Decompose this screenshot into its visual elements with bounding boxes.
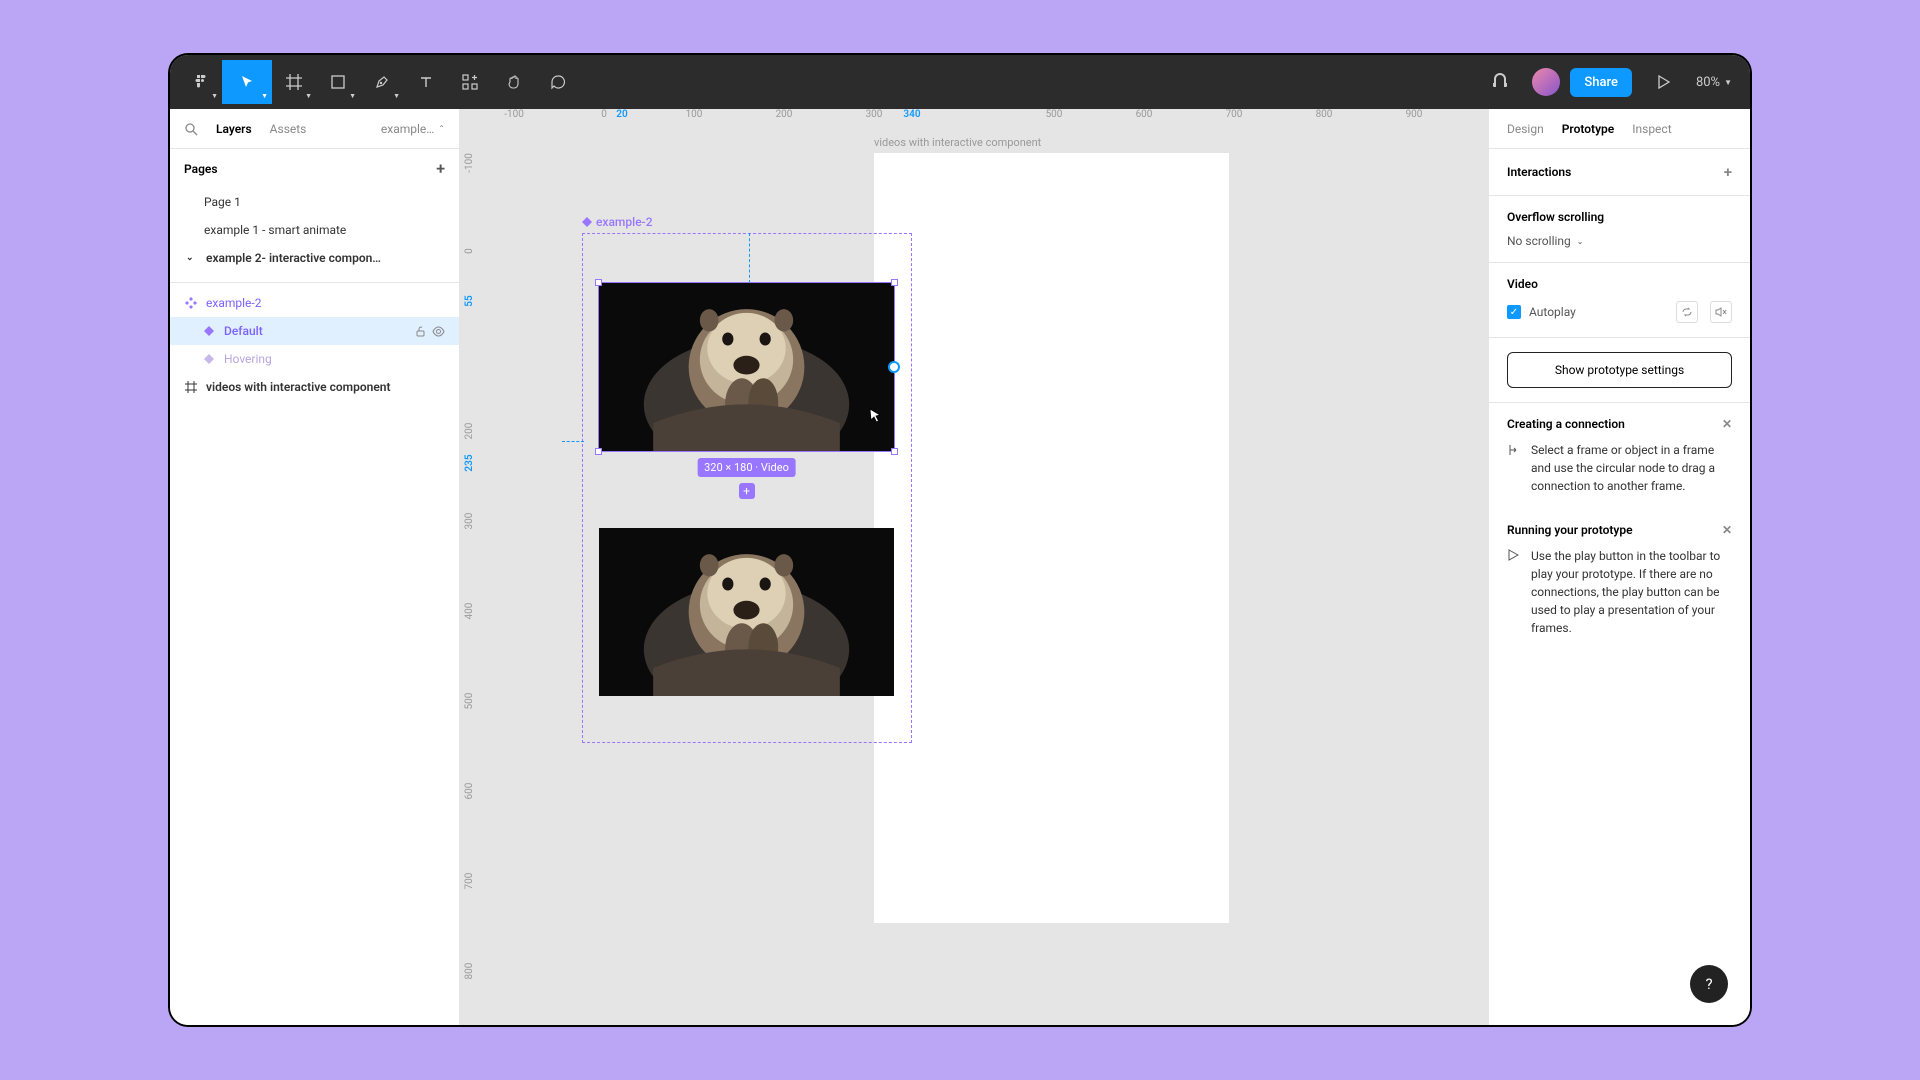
layer-component-set[interactable]: example-2	[170, 289, 459, 317]
variant-icon	[202, 352, 216, 366]
chevron-down-icon: ▼	[211, 92, 218, 100]
frame-tool-button[interactable]: ▼	[272, 60, 316, 104]
shape-tool-button[interactable]: ▼	[316, 60, 360, 104]
resources-button[interactable]	[448, 60, 492, 104]
share-button[interactable]: Share	[1570, 68, 1632, 97]
ruler-horizontal: -100020100200300340500600700800900	[484, 109, 1488, 133]
page-item[interactable]: Page 1	[184, 188, 445, 216]
ruler-vertical: -100055200235300400500600700800	[460, 133, 484, 1025]
close-icon[interactable]: ✕	[1722, 523, 1732, 537]
help-run-text: Use the play button in the toolbar to pl…	[1531, 547, 1732, 637]
page-item-active[interactable]: ⌄ example 2- interactive compon…	[184, 244, 445, 272]
unlock-icon[interactable]	[415, 326, 426, 337]
guide-horizontal	[562, 441, 584, 442]
video-title: Video	[1507, 277, 1732, 291]
cursor-icon	[869, 408, 883, 424]
component-label[interactable]: example-2	[582, 215, 653, 229]
video-layer[interactable]	[599, 528, 894, 696]
page-breadcrumb[interactable]: example… ⌃	[381, 122, 445, 136]
help-fab[interactable]: ?	[1690, 965, 1728, 1003]
component-set-icon	[184, 296, 198, 310]
layer-variant-default[interactable]: Default	[170, 317, 459, 345]
play-icon	[1507, 549, 1521, 637]
present-button[interactable]	[1642, 60, 1686, 104]
visibility-icon[interactable]	[432, 326, 445, 337]
add-interaction-button[interactable]: +	[739, 483, 755, 499]
connection-icon	[1507, 443, 1521, 495]
zoom-control[interactable]: 80%▼	[1696, 75, 1732, 90]
text-tool-button[interactable]	[404, 60, 448, 104]
user-avatar[interactable]	[1532, 68, 1560, 96]
right-sidebar: Design Prototype Inspect Interactions + …	[1488, 109, 1750, 1025]
comment-tool-button[interactable]	[536, 60, 580, 104]
chevron-down-icon: ⌄	[186, 253, 200, 263]
overflow-select[interactable]: No scrolling ⌄	[1507, 234, 1583, 248]
autoplay-checkbox[interactable]: ✓	[1507, 305, 1521, 319]
tab-assets[interactable]: Assets	[270, 122, 307, 136]
pen-tool-button[interactable]: ▼	[360, 60, 404, 104]
tab-design[interactable]: Design	[1507, 122, 1544, 136]
app-window: ▼ ▼ ▼ ▼ ▼	[170, 55, 1750, 1025]
chevron-up-icon: ⌃	[438, 124, 445, 133]
show-prototype-settings-button[interactable]: Show prototype settings	[1507, 352, 1732, 388]
pages-title: Pages	[184, 162, 218, 176]
add-page-button[interactable]: +	[436, 159, 445, 178]
canvas-frame[interactable]	[874, 153, 1229, 923]
overflow-title: Overflow scrolling	[1507, 210, 1732, 224]
move-tool-button[interactable]: ▼	[222, 60, 272, 104]
chevron-down-icon: ▼	[393, 92, 400, 100]
dimension-label: 320 × 180 · Video	[697, 458, 796, 477]
chevron-down-icon: ▼	[261, 92, 268, 100]
prototype-node[interactable]	[888, 361, 900, 373]
chevron-down-icon: ▼	[305, 92, 312, 100]
layer-variant-hovering[interactable]: Hovering	[170, 345, 459, 373]
guide-vertical	[749, 233, 750, 283]
help-run-title: Running your prototype	[1507, 523, 1633, 537]
main-menu-button[interactable]: ▼	[178, 60, 222, 104]
video-layer-selected[interactable]: 320 × 180 · Video +	[599, 283, 894, 451]
canvas-area[interactable]: -100020100200300340500600700800900 -1000…	[460, 109, 1488, 1025]
chevron-down-icon: ▼	[1724, 78, 1732, 87]
chevron-down-icon: ⌄	[1577, 237, 1584, 246]
search-icon[interactable]	[184, 122, 198, 136]
close-icon[interactable]: ✕	[1722, 417, 1732, 431]
hand-tool-button[interactable]	[492, 60, 536, 104]
loop-icon[interactable]	[1676, 301, 1698, 323]
help-connection-title: Creating a connection	[1507, 417, 1625, 431]
frame-title[interactable]: videos with interactive component	[874, 136, 1041, 149]
tab-prototype[interactable]: Prototype	[1562, 122, 1615, 136]
variant-icon	[202, 324, 216, 338]
page-item[interactable]: example 1 - smart animate	[184, 216, 445, 244]
layer-frame[interactable]: videos with interactive component	[170, 373, 459, 401]
left-sidebar: Layers Assets example… ⌃ Pages + Page 1 …	[170, 109, 460, 1025]
top-toolbar: ▼ ▼ ▼ ▼ ▼	[170, 55, 1750, 109]
frame-icon	[184, 380, 198, 394]
autoplay-label: Autoplay	[1529, 305, 1576, 319]
tab-inspect[interactable]: Inspect	[1632, 122, 1671, 136]
add-interaction-button[interactable]: +	[1724, 163, 1732, 181]
tab-layers[interactable]: Layers	[216, 122, 252, 136]
mute-icon[interactable]	[1710, 301, 1732, 323]
audio-icon[interactable]	[1478, 60, 1522, 104]
interactions-title: Interactions	[1507, 165, 1571, 179]
help-connection-text: Select a frame or object in a frame and …	[1531, 441, 1732, 495]
chevron-down-icon: ▼	[349, 92, 356, 100]
